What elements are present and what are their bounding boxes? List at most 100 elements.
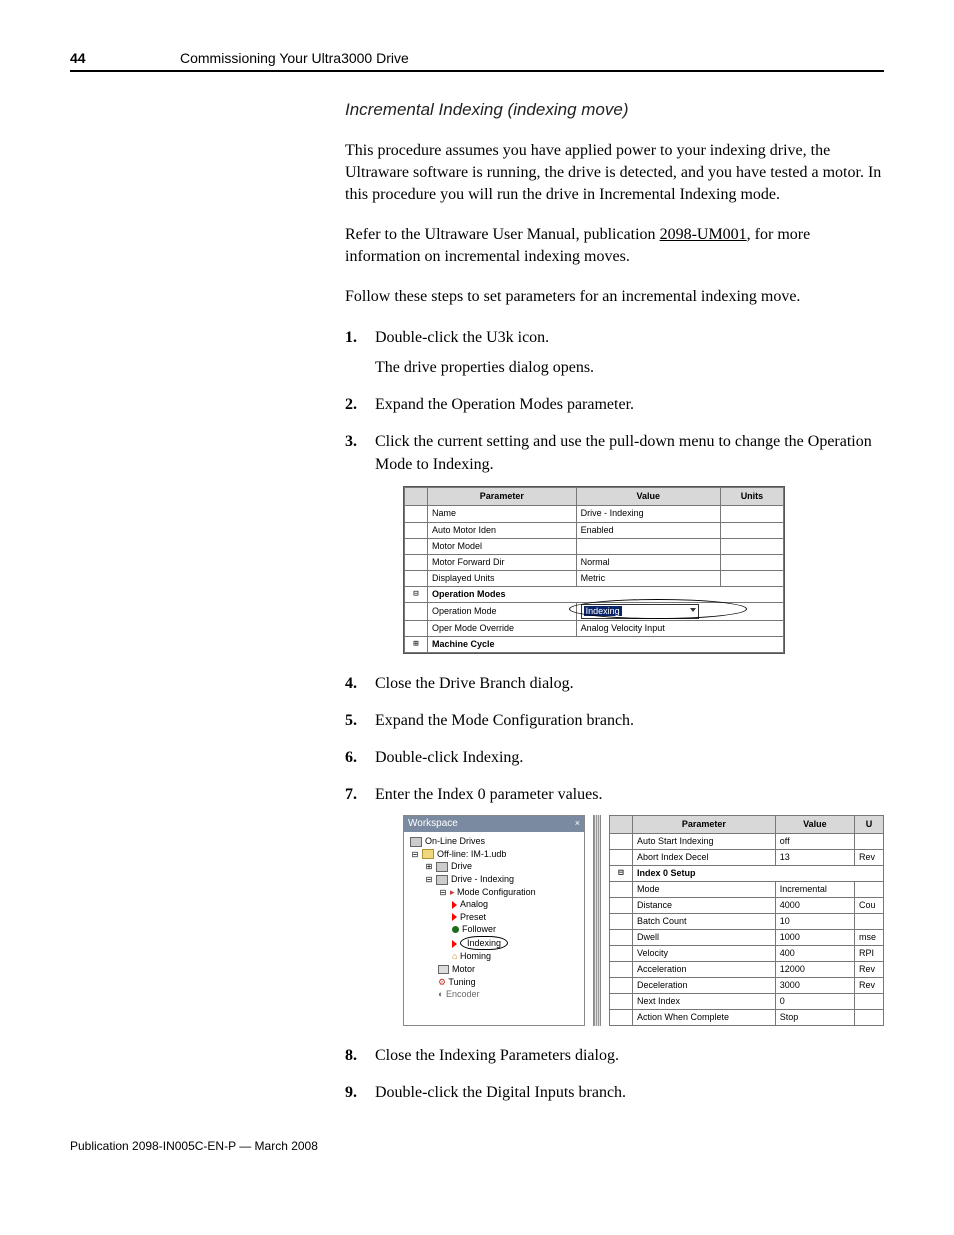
u2-velocity: RPI [855,946,884,962]
collapse-icon[interactable]: ⊟ [405,586,428,602]
v2-mode: Incremental [775,881,854,897]
step-2: Expand the Operation Modes parameter. [345,393,884,416]
step-3-text: Click the current setting and use the pu… [375,433,872,473]
v2-distance: 4000 [775,897,854,913]
col2-parameter: Parameter [633,815,776,833]
section-machine-cycle: Machine Cycle [428,636,784,652]
v2-abort-decel: 13 [775,849,854,865]
close-icon[interactable]: × [575,817,580,830]
page-number: 44 [70,50,180,66]
v2-next-index: 0 [775,994,854,1010]
drive-properties-screenshot: Parameter Value Units NameDrive - Indexi… [403,486,785,653]
step-4-text: Close the Drive Branch dialog. [375,675,574,692]
p2-accel: Acceleration [633,962,776,978]
param-motor-model: Motor Model [428,538,577,554]
operation-mode-selected: Indexing [584,606,622,616]
v2-decel: 3000 [775,978,854,994]
intro-paragraph-2: Refer to the Ultraware User Manual, publ… [345,224,884,268]
intro-paragraph-3: Follow these steps to set parameters for… [345,286,884,308]
param-motor-forward: Motor Forward Dir [428,554,577,570]
p2-mode: Mode [633,881,776,897]
u2-accel: Rev [855,962,884,978]
tree-online-drives[interactable]: On-Line Drives [410,835,582,848]
tree-encoder[interactable]: ◐ Encoder [438,988,582,1001]
index0-param-table: Parameter Value U Auto Start Indexingoff… [609,815,884,1027]
section-operation-modes: Operation Modes [428,586,784,602]
tree-follower[interactable]: Follower [452,923,582,936]
p2-next-index: Next Index [633,994,776,1010]
v2-action: Stop [775,1010,854,1026]
header-title: Commissioning Your Ultra3000 Drive [180,50,409,66]
step-6: Double-click Indexing. [345,746,884,769]
step-1-result: The drive properties dialog opens. [375,356,884,379]
p2-batch: Batch Count [633,913,776,929]
splitter[interactable] [593,815,601,1027]
step-7-text: Enter the Index 0 parameter values. [375,786,602,803]
step-8: Close the Indexing Parameters dialog. [345,1044,884,1067]
p2-auto-start: Auto Start Indexing [633,833,776,849]
u2-decel: Rev [855,978,884,994]
section-heading: Incremental Indexing (indexing move) [345,100,884,120]
publication-footer: Publication 2098-IN005C-EN-P — March 200… [70,1139,884,1153]
tree-homing[interactable]: ⌂ Homing [452,950,582,963]
p2-dwell: Dwell [633,929,776,945]
publication-link[interactable]: 2098-UM001 [660,226,747,243]
param-auto-motor: Auto Motor Iden [428,522,577,538]
value-motor-forward: Normal [576,554,720,570]
expand-icon[interactable]: ⊞ [405,636,428,652]
step-4: Close the Drive Branch dialog. [345,672,884,695]
step-9-text: Double-click the Digital Inputs branch. [375,1084,626,1101]
step-5: Expand the Mode Configuration branch. [345,709,884,732]
tree-motor[interactable]: Motor [438,963,582,976]
p2-distance: Distance [633,897,776,913]
workspace-tree: On-Line Drives ⊟Off-line: IM-1.udb ⊞Driv… [404,832,584,1004]
page-header: 44 Commissioning Your Ultra3000 Drive [70,50,884,72]
v2-auto-start: off [775,833,854,849]
tree-drive-indexing[interactable]: ⊟Drive - Indexing ⊟▸ Mode Configuration … [424,873,582,1001]
step-1: Double-click the U3k icon. The drive pro… [345,326,884,378]
section-index0: Index 0 Setup [633,865,884,881]
tree-drive[interactable]: ⊞Drive [424,860,582,873]
workspace-title: Workspace [408,817,458,832]
col-parameter: Parameter [428,488,577,506]
v2-dwell: 1000 [775,929,854,945]
param-displayed-units: Displayed Units [428,570,577,586]
step-6-text: Double-click Indexing. [375,749,523,766]
tree-preset[interactable]: Preset [452,911,582,924]
workspace-panel: Workspace × On-Line Drives ⊟Off-line: IM… [403,815,585,1027]
p2-decel: Deceleration [633,978,776,994]
u2-abort-decel: Rev [855,849,884,865]
param-override: Oper Mode Override [428,620,577,636]
step-1-text: Double-click the U3k icon. [375,329,549,346]
step-3: Click the current setting and use the pu… [345,430,884,654]
p2-velocity: Velocity [633,946,776,962]
param-name: Name [428,506,577,522]
col2-value: Value [775,815,854,833]
tree-offline[interactable]: ⊟Off-line: IM-1.udb ⊞Drive ⊟Drive - Inde… [410,848,582,1001]
value-name: Drive - Indexing [576,506,720,522]
step-5-text: Expand the Mode Configuration branch. [375,712,634,729]
param-operation-mode: Operation Mode [428,602,577,620]
value-override: Analog Velocity Input [576,620,783,636]
value-auto-motor: Enabled [576,522,720,538]
step-7: Enter the Index 0 parameter values. Work… [345,783,884,1026]
tree-indexing[interactable]: Indexing [452,936,582,951]
v2-velocity: 400 [775,946,854,962]
col-value: Value [576,488,720,506]
tree-analog[interactable]: Analog [452,898,582,911]
tree-tuning[interactable]: ⚙ Tuning [438,976,582,989]
col2-units: U [855,815,884,833]
v2-batch: 10 [775,913,854,929]
collapse-icon[interactable]: ⊟ [610,865,633,881]
p2-action: Action When Complete [633,1010,776,1026]
indexing-parameters-screenshot: Workspace × On-Line Drives ⊟Off-line: IM… [403,815,884,1027]
step-9: Double-click the Digital Inputs branch. [345,1081,884,1104]
u2-dwell: mse [855,929,884,945]
value-displayed-units: Metric [576,570,720,586]
u2-distance: Cou [855,897,884,913]
para2-pre: Refer to the Ultraware User Manual, publ… [345,226,660,243]
step-2-text: Expand the Operation Modes parameter. [375,396,634,413]
operation-mode-dropdown[interactable]: Indexing [581,604,699,619]
v2-accel: 12000 [775,962,854,978]
tree-mode-config[interactable]: ⊟▸ Mode Configuration Analog Preset Foll… [438,886,582,964]
